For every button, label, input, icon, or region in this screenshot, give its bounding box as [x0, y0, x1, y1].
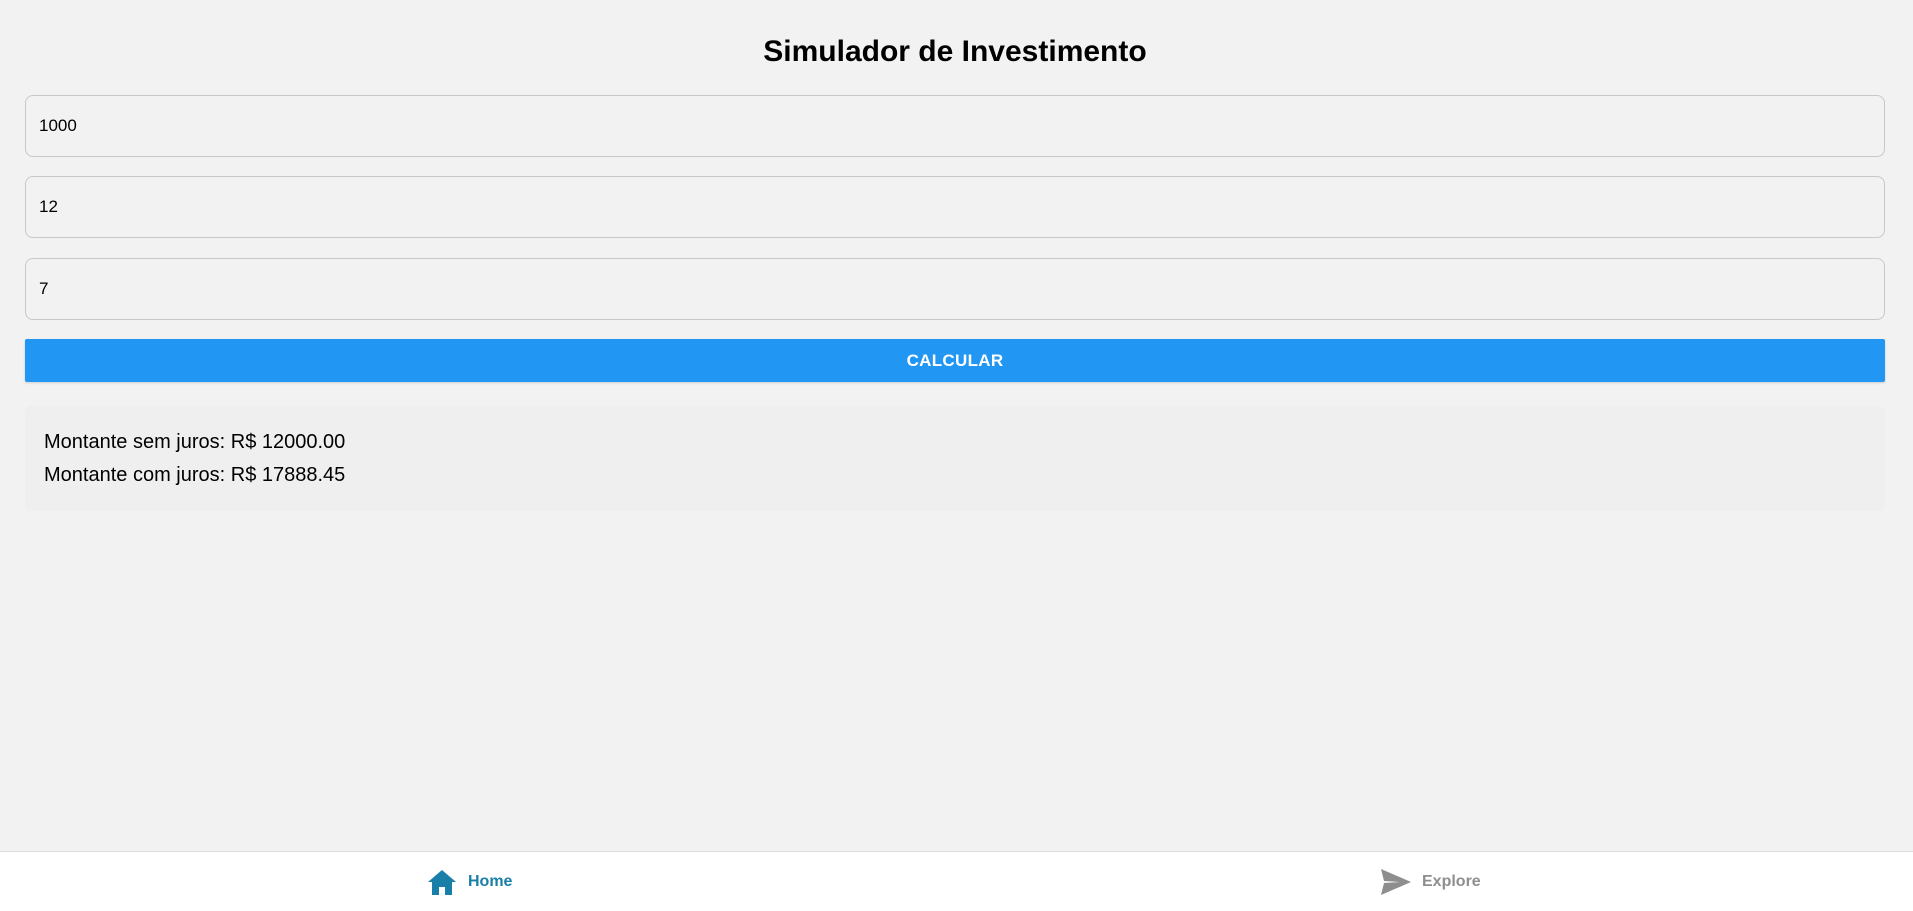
tab-home[interactable]: Home: [426, 852, 512, 911]
app-screen: Simulador de Investimento CALCULAR Monta…: [0, 0, 1913, 911]
bottom-tab-bar: Home Explore: [0, 851, 1913, 911]
calculate-button[interactable]: CALCULAR: [25, 339, 1885, 382]
send-icon: [1380, 866, 1412, 898]
months-input[interactable]: [25, 176, 1885, 238]
initial-amount-input[interactable]: [25, 95, 1885, 157]
tab-explore-label: Explore: [1422, 872, 1481, 890]
interest-rate-input[interactable]: [25, 258, 1885, 320]
tab-home-label: Home: [468, 872, 513, 890]
main-content: Simulador de Investimento CALCULAR Monta…: [25, 0, 1885, 511]
home-icon: [426, 866, 458, 898]
result-with-interest: Montante com juros: R$ 17888.45: [44, 464, 346, 486]
tab-explore[interactable]: Explore: [1380, 852, 1481, 911]
page-title: Simulador de Investimento: [763, 35, 1147, 68]
result-without-interest: Montante sem juros: R$ 12000.00: [44, 431, 346, 453]
results-panel: Montante sem juros: R$ 12000.00 Montante…: [25, 406, 1885, 511]
